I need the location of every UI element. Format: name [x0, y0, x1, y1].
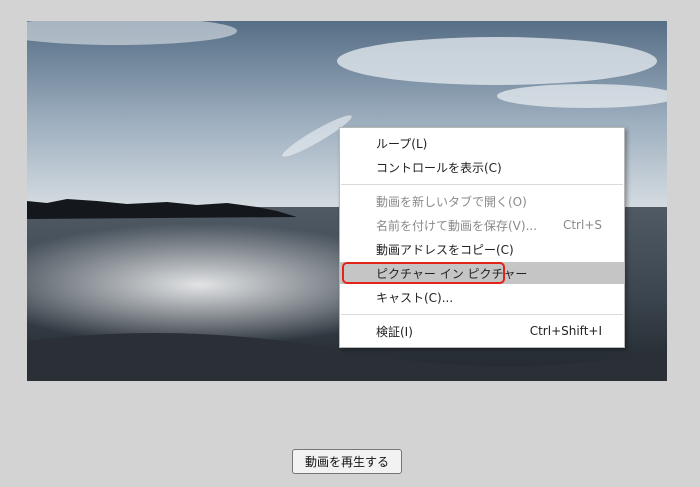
menu-item-shortcut: Ctrl+Shift+I — [529, 324, 602, 338]
menu-item-show-controls[interactable]: コントロールを表示(C) — [340, 156, 624, 178]
menu-item-label: キャスト(C)... — [376, 290, 454, 305]
play-video-button[interactable]: 動画を再生する — [292, 449, 402, 474]
menu-item-label: コントロールを表示(C) — [376, 160, 502, 175]
menu-item-open-video-new-tab: 動画を新しいタブで開く(O) — [340, 190, 624, 212]
menu-item-picture-in-picture[interactable]: ピクチャー イン ピクチャー — [340, 262, 624, 284]
menu-item-label: ピクチャー イン ピクチャー — [376, 266, 528, 281]
menu-item-copy-video-address[interactable]: 動画アドレスをコピー(C) — [340, 238, 624, 260]
menu-item-save-video-as: 名前を付けて動画を保存(V)... Ctrl+S — [340, 214, 624, 236]
menu-item-label: 名前を付けて動画を保存(V)... — [376, 218, 538, 233]
menu-separator — [341, 314, 623, 315]
menu-item-label: ループ(L) — [376, 136, 428, 151]
menu-item-shortcut: Ctrl+S — [562, 218, 602, 232]
menu-separator — [341, 184, 623, 185]
menu-item-loop[interactable]: ループ(L) — [340, 132, 624, 154]
menu-item-inspect[interactable]: 検証(I) Ctrl+Shift+I — [340, 320, 624, 342]
menu-item-label: 動画を新しいタブで開く(O) — [376, 194, 527, 209]
menu-item-label: 動画アドレスをコピー(C) — [376, 242, 514, 257]
menu-item-label: 検証(I) — [376, 324, 413, 339]
video-context-menu: ループ(L) コントロールを表示(C) 動画を新しいタブで開く(O) 名前を付け… — [339, 127, 625, 348]
menu-item-cast[interactable]: キャスト(C)... — [340, 286, 624, 308]
